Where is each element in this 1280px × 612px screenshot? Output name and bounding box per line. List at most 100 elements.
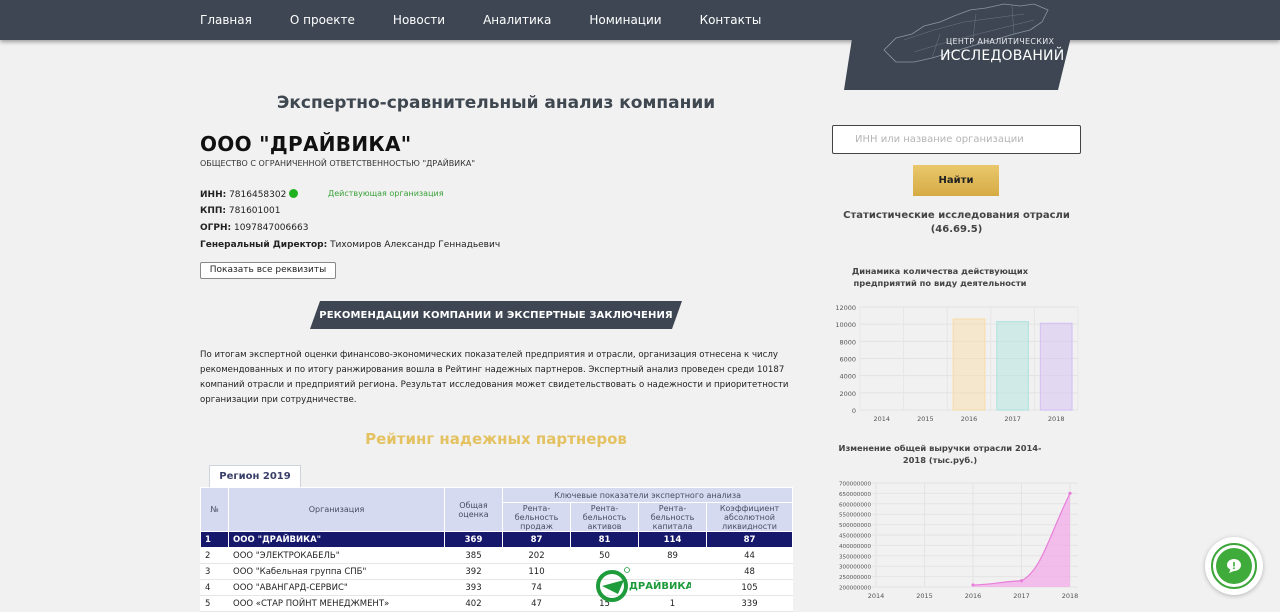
col-assets-profitability: Рента-бельность активов bbox=[570, 502, 639, 532]
cell-k3: 114 bbox=[638, 531, 707, 548]
col-sales-profitability: Рента-бельность продаж bbox=[502, 502, 571, 532]
x-tick-label: 2015 bbox=[917, 415, 934, 423]
site-logo[interactable]: ЦЕНТР АНАЛИТИЧЕСКИХ ИССЛЕДОВАНИЙ bbox=[844, 0, 1080, 90]
col-organization: Организация bbox=[228, 487, 445, 532]
cell-org: ООО "ЭЛЕКТРОКАБЕЛЬ" bbox=[228, 547, 445, 564]
col-group-key-indicators: Ключевые показатели экспертного анализа bbox=[501, 487, 794, 503]
x-tick-label: 2016 bbox=[965, 592, 982, 600]
y-tick-label: 700000000 bbox=[839, 482, 871, 488]
nav-contacts[interactable]: Контакты bbox=[700, 0, 762, 40]
y-tick-label: 10000 bbox=[835, 321, 856, 329]
cell-k4: 44 bbox=[705, 547, 794, 564]
page-title: Экспертно-сравнительный анализ компании bbox=[276, 93, 716, 113]
nav-home[interactable]: Главная bbox=[200, 0, 252, 40]
cell-org: ООО «СТАР ПОЙНТ МЕНЕДЖМЕНТ» bbox=[228, 595, 445, 612]
watermark-text: ДРАЙВИКА bbox=[629, 579, 691, 592]
y-tick-label: 550000000 bbox=[839, 513, 871, 519]
cell-score: 402 bbox=[444, 595, 503, 612]
x-tick-label: 2018 bbox=[1048, 415, 1065, 423]
cell-k4: 105 bbox=[705, 579, 794, 596]
bar bbox=[996, 320, 1030, 411]
cell-org: ООО "АВАНГАРД-СЕРВИС" bbox=[228, 579, 445, 596]
chat-widget-button[interactable] bbox=[1205, 537, 1263, 595]
rating-table-body: 1 ООО "ДРАЙВИКА" 369 87 81 114 87 2 ООО "ЭЛЕКТРО… bbox=[200, 531, 794, 612]
drayvika-watermark-logo: ДРАЙВИКА bbox=[596, 566, 694, 606]
col-capital-profitability: Рента-бельность капитала bbox=[638, 502, 707, 532]
cell-k4: 87 bbox=[705, 531, 794, 548]
nav-about[interactable]: О проекте bbox=[290, 0, 355, 40]
table-row[interactable]: 2 ООО "ЭЛЕКТРОКАБЕЛЬ" 385 202 50 89 44 bbox=[200, 547, 794, 564]
y-tick-label: 450000000 bbox=[839, 534, 871, 540]
revenue-area-chart: 700000000 650000000 600000000 550000000 5000… bbox=[839, 482, 1079, 601]
inn-value: 7816458302 bbox=[229, 190, 287, 200]
y-tick-label: 6000 bbox=[839, 356, 856, 364]
nav-nominations[interactable]: Номинации bbox=[589, 0, 661, 40]
director-label: Генеральный Директор: bbox=[200, 240, 328, 250]
table-row[interactable]: 4 ООО "АВАНГАРД-СЕРВИС" 393 74 105 bbox=[200, 579, 794, 596]
cell-k2: 81 bbox=[570, 531, 639, 548]
director-value: Тихомиров Александр Геннадьевич bbox=[330, 240, 501, 250]
search-input[interactable] bbox=[832, 125, 1081, 154]
x-tick-label: 2015 bbox=[916, 592, 933, 600]
y-tick-label: 500000000 bbox=[839, 523, 871, 529]
data-point bbox=[971, 583, 975, 587]
rating-heading: Рейтинг надежных партнеров bbox=[365, 430, 627, 448]
find-button[interactable]: Найти bbox=[913, 165, 999, 196]
y-tick-label: 200000000 bbox=[839, 586, 871, 592]
table-row[interactable]: 1 ООО "ДРАЙВИКА" 369 87 81 114 87 bbox=[200, 531, 794, 548]
cell-k4: 339 bbox=[705, 595, 794, 612]
col-score: Общая оценка bbox=[444, 487, 503, 532]
cell-k1: 74 bbox=[502, 579, 571, 596]
y-tick-label: 650000000 bbox=[839, 492, 871, 498]
cell-k4: 48 bbox=[705, 563, 794, 580]
cell-num: 1 bbox=[200, 531, 229, 548]
cell-k1: 202 bbox=[502, 547, 571, 564]
cell-score: 385 bbox=[444, 547, 503, 564]
x-tick-label: 2018 bbox=[1062, 592, 1079, 600]
chart2-title: Изменение общей выручки отрасли 2014-201… bbox=[838, 443, 1042, 465]
cell-k3: 89 bbox=[638, 547, 707, 564]
x-tick-label: 2014 bbox=[868, 592, 885, 600]
logo-line1: ЦЕНТР АНАЛИТИЧЕСКИХ bbox=[946, 37, 1055, 46]
ogrn-value: 1097847006663 bbox=[234, 223, 309, 233]
status-dot-icon bbox=[289, 189, 299, 198]
nav-news[interactable]: Новости bbox=[393, 0, 445, 40]
cell-score: 393 bbox=[444, 579, 503, 596]
cell-num: 5 bbox=[200, 595, 229, 612]
cell-k1: 87 bbox=[502, 531, 571, 548]
show-all-details-button[interactable]: Показать все реквизиты bbox=[200, 262, 336, 279]
y-tick-label: 250000000 bbox=[839, 575, 871, 581]
logo-line2: ИССЛЕДОВАНИЙ bbox=[940, 48, 1065, 64]
chart1-title: Динамика количества действующих предприя… bbox=[851, 266, 1029, 288]
table-row[interactable]: 5 ООО «СТАР ПОЙНТ МЕНЕДЖМЕНТ» 402 47 15 1 339 bbox=[200, 595, 794, 612]
cell-k1: 110 bbox=[502, 563, 571, 580]
data-point bbox=[1068, 491, 1072, 495]
cell-num: 2 bbox=[200, 547, 229, 564]
cell-num: 3 bbox=[200, 563, 229, 580]
inn-row: ИНН: 7816458302 bbox=[200, 189, 299, 200]
kpp-value: 781601001 bbox=[228, 206, 281, 216]
bar bbox=[1039, 322, 1073, 411]
data-point bbox=[1019, 579, 1024, 583]
kpp-row: КПП: 781601001 bbox=[200, 206, 280, 216]
nav-analytics[interactable]: Аналитика bbox=[483, 0, 551, 40]
y-tick-label: 8000 bbox=[839, 338, 856, 346]
col-absolute-liquidity: Коэффициент абсолютной ликвидности bbox=[705, 502, 794, 532]
company-status: Действующая организация bbox=[328, 189, 444, 198]
ogrn-row: ОГРН: 1097847006663 bbox=[200, 223, 308, 233]
rating-table: № Организация Общая оценка Ключевые пока… bbox=[200, 487, 794, 612]
y-tick-label: 2000 bbox=[839, 390, 856, 398]
y-tick-label: 350000000 bbox=[839, 554, 871, 560]
recommendations-paragraph: По итогам экспертной оценки финансово-эк… bbox=[200, 350, 789, 405]
y-tick-label: 4000 bbox=[839, 373, 856, 381]
chat-bubble-icon bbox=[1227, 559, 1241, 573]
ogrn-label: ОГРН: bbox=[200, 223, 232, 233]
recommendations-banner-text: РЕКОМЕНДАЦИИ КОМПАНИИ И ЭКСПЕРТНЫЕ ЗАКЛЮ… bbox=[319, 310, 673, 321]
company-full-name: ОБЩЕСТВО С ОГРАНИЧЕННОЙ ОТВЕТСТВЕННОСТЬЮ… bbox=[200, 159, 475, 168]
main-nav: Главная О проекте Новости Аналитика Номи… bbox=[200, 0, 799, 40]
cell-score: 369 bbox=[444, 531, 503, 548]
tab-region-2019[interactable]: Регион 2019 год bbox=[209, 465, 301, 504]
table-row[interactable]: 3 ООО "Кабельная группа СПБ" 392 110 48 bbox=[200, 563, 794, 580]
x-tick-label: 2017 bbox=[1004, 415, 1021, 423]
x-tick-label: 2014 bbox=[874, 415, 891, 423]
